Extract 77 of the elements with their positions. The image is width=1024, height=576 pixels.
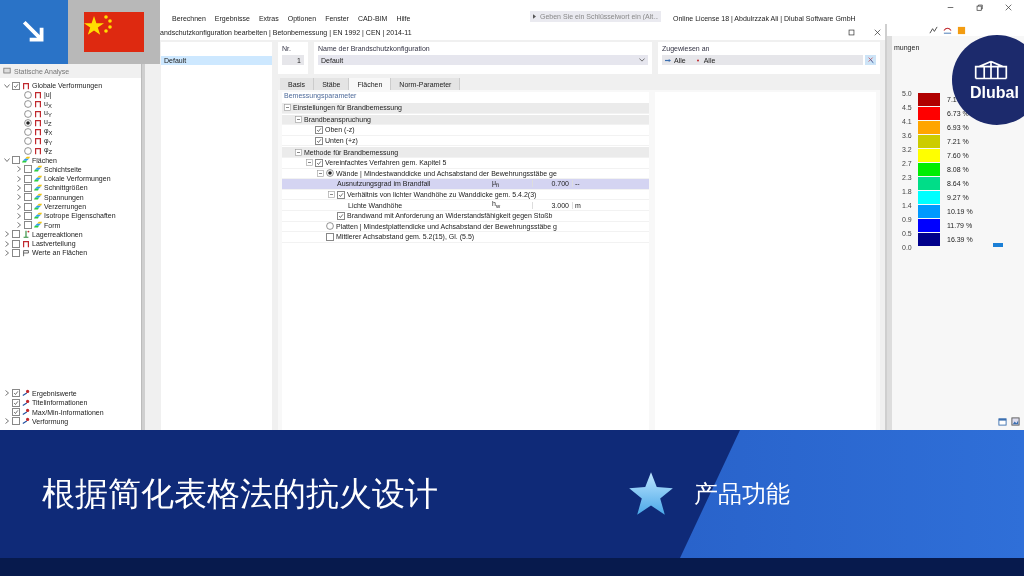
checkbox[interactable] <box>12 408 20 417</box>
checkbox[interactable] <box>326 232 334 241</box>
graph-icon[interactable] <box>929 25 938 35</box>
window-icon[interactable] <box>998 417 1007 426</box>
checkbox[interactable] <box>337 190 345 199</box>
checkbox[interactable] <box>315 136 323 145</box>
radio-button[interactable] <box>24 100 32 109</box>
support-icon <box>22 230 30 239</box>
checkbox[interactable] <box>24 221 32 230</box>
checkbox[interactable] <box>24 165 32 174</box>
collapse-icon[interactable] <box>295 148 302 156</box>
radio-button[interactable] <box>24 146 32 155</box>
checkbox[interactable] <box>315 158 323 167</box>
chevron-right-icon[interactable] <box>4 231 10 238</box>
slider-handle[interactable] <box>993 243 1003 247</box>
checkbox[interactable] <box>12 417 20 426</box>
checkbox[interactable] <box>12 239 20 248</box>
radio-button[interactable] <box>24 90 32 99</box>
caret-icon <box>533 14 536 19</box>
deformation-icon[interactable] <box>943 25 952 35</box>
box-icon[interactable] <box>957 25 966 35</box>
checkbox[interactable] <box>24 193 32 202</box>
collapse-icon[interactable] <box>284 104 291 112</box>
checkbox[interactable] <box>24 211 32 220</box>
checkbox[interactable] <box>24 183 32 192</box>
banner-tag: 产品功能 <box>694 478 790 510</box>
checkbox[interactable] <box>12 398 20 407</box>
checkbox[interactable] <box>12 249 20 257</box>
chevron-right-icon[interactable] <box>16 222 22 229</box>
checkbox[interactable] <box>24 174 32 183</box>
point-icon <box>694 57 701 63</box>
monitor-icon <box>3 67 11 75</box>
radio-button[interactable] <box>24 128 32 137</box>
flag-values-icon <box>22 249 30 257</box>
collapse-icon[interactable] <box>328 191 335 199</box>
chevron-right-icon[interactable] <box>16 175 22 182</box>
chevron-right-icon[interactable] <box>16 194 22 201</box>
radio-button[interactable] <box>24 118 32 127</box>
banner-title: 根据简化表格法的抗火设计 <box>42 472 438 515</box>
radio-button[interactable] <box>326 222 334 231</box>
chevron-down-icon[interactable] <box>4 82 10 89</box>
checkbox[interactable] <box>12 230 20 239</box>
chevron-right-icon[interactable] <box>16 212 22 219</box>
image-icon[interactable] <box>1011 417 1020 426</box>
caret-icon <box>639 58 645 62</box>
checkbox[interactable] <box>315 126 323 134</box>
chevron-right-icon[interactable] <box>16 203 22 210</box>
close-icon[interactable] <box>874 28 881 36</box>
checkbox[interactable] <box>337 211 345 220</box>
chevron-right-icon[interactable] <box>4 390 10 397</box>
chevron-right-icon[interactable] <box>16 184 22 191</box>
select-objects-button[interactable] <box>865 55 876 65</box>
logo-text: Dlubal <box>970 83 1019 102</box>
checkbox[interactable] <box>12 389 20 398</box>
chevron-right-icon[interactable] <box>16 166 22 173</box>
close-icon[interactable] <box>1005 4 1012 11</box>
chevron-right-icon[interactable] <box>4 250 10 256</box>
member-icon <box>665 57 671 63</box>
restore-icon[interactable] <box>976 4 983 11</box>
deformation-icon <box>22 239 30 248</box>
checkbox[interactable] <box>12 156 20 164</box>
maximize-icon[interactable] <box>848 28 855 36</box>
chevron-right-icon[interactable] <box>4 418 10 425</box>
radio-button[interactable] <box>24 137 32 146</box>
checkbox[interactable] <box>24 202 32 211</box>
collapse-icon[interactable] <box>295 115 302 123</box>
radio-button[interactable] <box>24 109 32 118</box>
collapse-icon[interactable] <box>306 159 313 167</box>
chevron-right-icon[interactable] <box>4 240 10 247</box>
minimize-icon[interactable] <box>947 4 954 11</box>
flag-icon <box>84 12 144 52</box>
chevron-down-icon[interactable] <box>4 157 10 163</box>
surface-icon <box>22 156 30 164</box>
radio-button[interactable] <box>326 169 334 178</box>
checkbox[interactable] <box>12 81 20 90</box>
bridge-icon <box>974 58 1008 81</box>
star-icon <box>628 472 674 516</box>
